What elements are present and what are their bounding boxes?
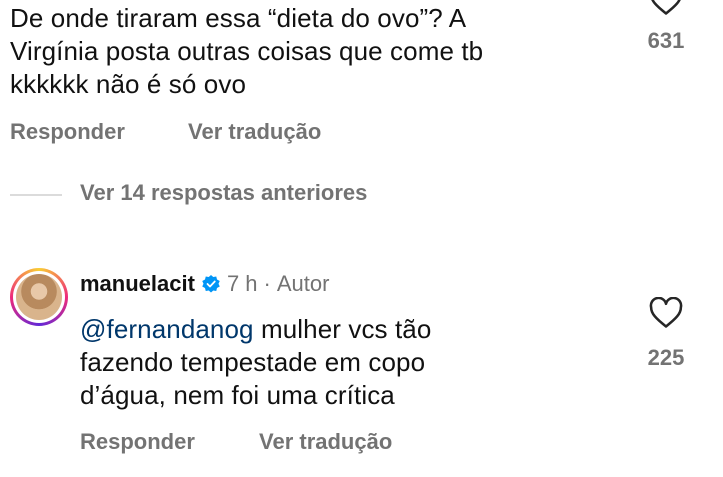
comment-1-line: De onde tiraram essa “dieta do ovo”? A xyxy=(10,3,467,33)
comment-2-like: 225 xyxy=(636,297,696,371)
author-tag: Autor xyxy=(276,271,330,296)
replies-divider xyxy=(10,194,62,196)
comment-2-line: d’água, nem foi uma crítica xyxy=(80,380,395,410)
reply-button[interactable]: Responder xyxy=(10,119,125,145)
view-previous-replies-button[interactable]: Ver 14 respostas anteriores xyxy=(80,180,367,206)
translate-button[interactable]: Ver tradução xyxy=(188,119,321,145)
reply-button[interactable]: Responder xyxy=(80,429,195,455)
comment-time: 7 h xyxy=(226,271,258,296)
avatar[interactable] xyxy=(10,268,68,326)
heart-outline-icon[interactable] xyxy=(649,0,683,16)
heart-outline-icon[interactable] xyxy=(649,297,683,329)
translate-button[interactable]: Ver tradução xyxy=(259,429,392,455)
comment-1-line: Virgínia posta outras coisas que come tb xyxy=(10,36,484,66)
comment-2-line: fazendo tempestade em copo xyxy=(80,347,426,377)
mention-link[interactable]: @fernandanog xyxy=(80,314,254,344)
comment-1-text: De onde tiraram essa “dieta do ovo”? A V… xyxy=(10,2,610,101)
comment-2-line: @fernandanog mulher vcs tão xyxy=(80,313,620,346)
comment-1-like: 631 xyxy=(636,0,696,54)
avatar-image xyxy=(16,274,62,320)
comment-2-like-count: 225 xyxy=(647,345,685,370)
username[interactable]: manuelacit xyxy=(80,271,195,297)
comment-2-header: manuelacit 7 h · Autor xyxy=(80,269,329,299)
comment-2-text: @fernandanog mulher vcs tão fazendo temp… xyxy=(80,313,620,412)
meta-separator: · xyxy=(263,271,271,296)
comment-2-line-text: mulher vcs tão xyxy=(253,314,432,344)
comment-1-line: kkkkkk não é só ovo xyxy=(10,69,247,99)
comment-1-like-count: 631 xyxy=(647,28,685,53)
verified-badge-icon xyxy=(202,275,220,293)
